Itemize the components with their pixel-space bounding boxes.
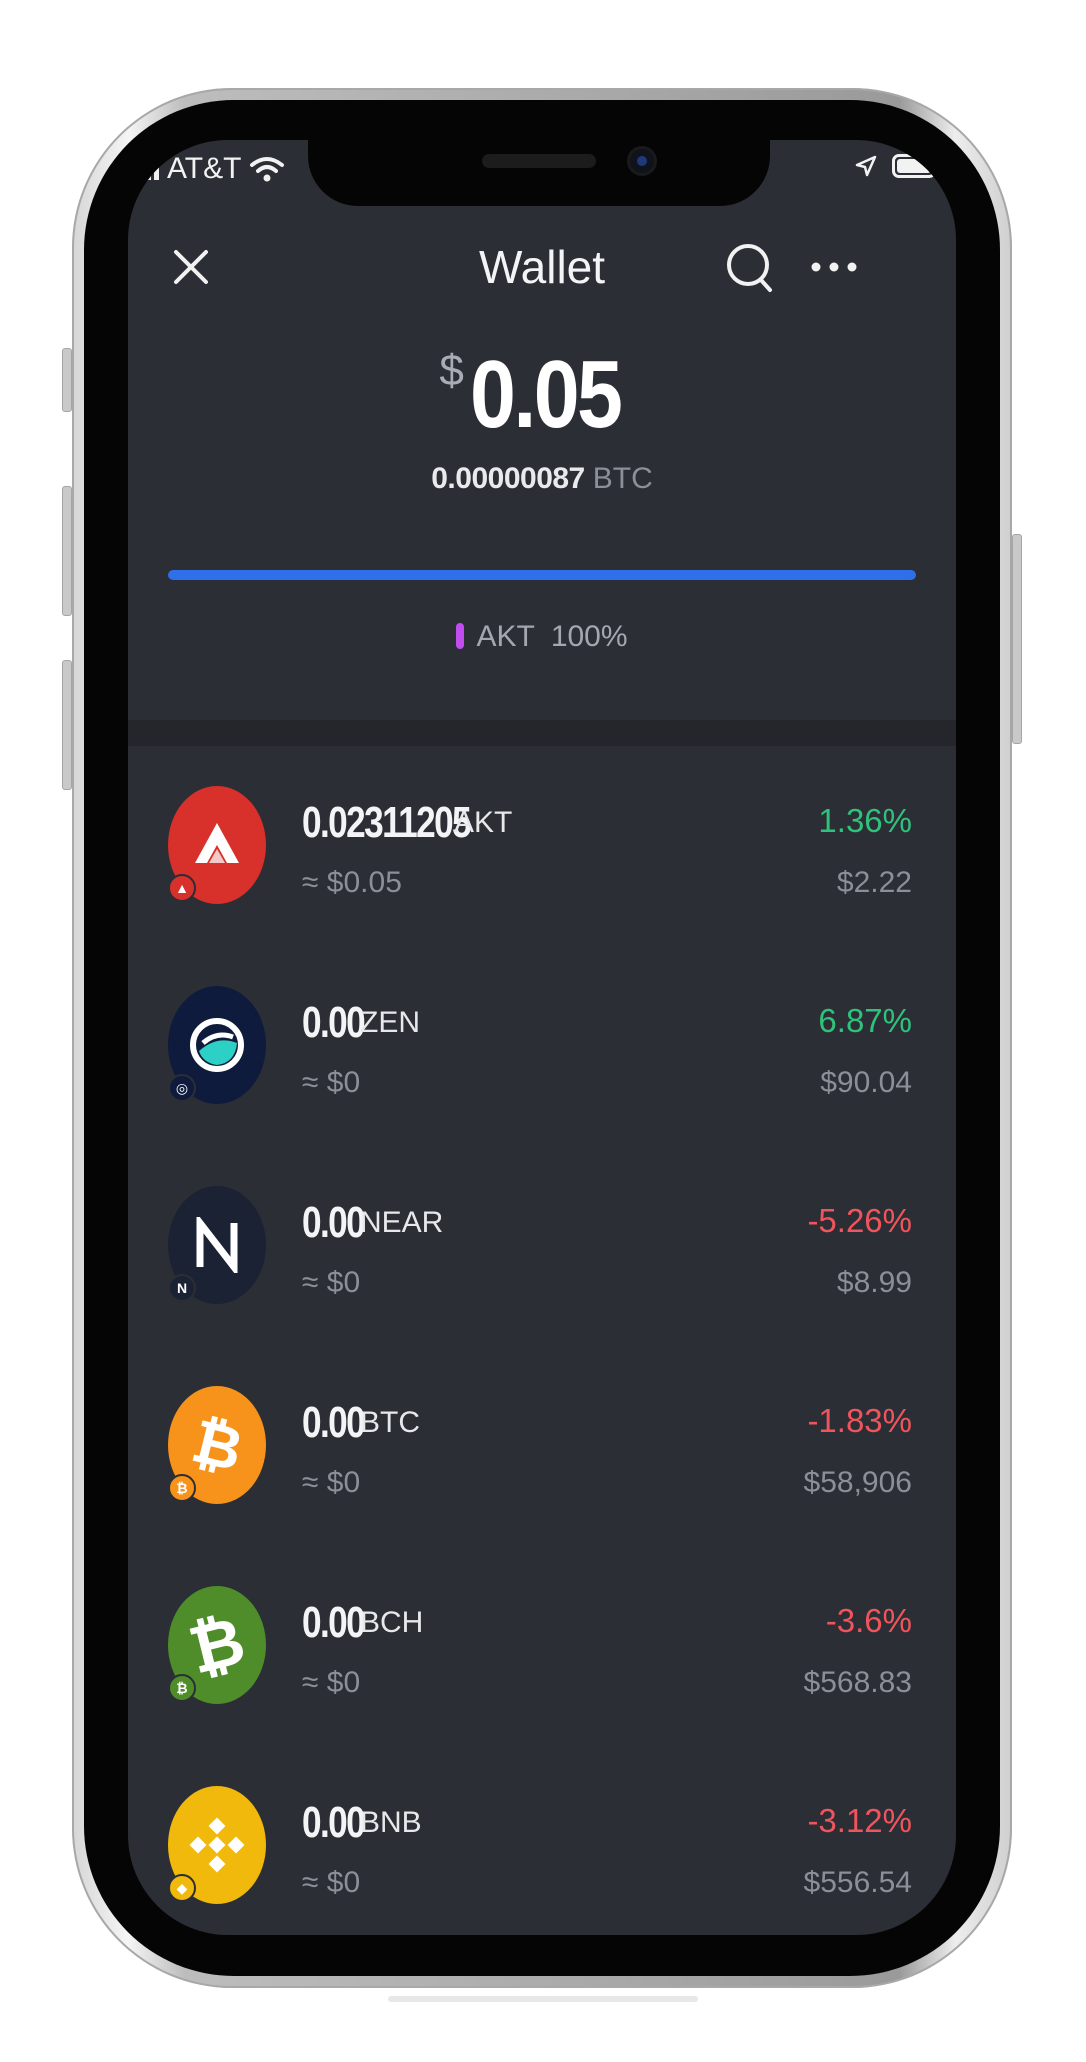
cellular-signal-icon — [138, 158, 159, 180]
price-change: 1.36% — [818, 802, 912, 839]
asset-amount: 0.00 — [302, 1798, 366, 1847]
asset-price: $556.54 — [803, 1866, 912, 1899]
asset-price: $90.04 — [820, 1066, 912, 1099]
front-camera — [630, 149, 654, 173]
asset-quantity: 0.00 BTC — [302, 1398, 420, 1448]
bitcoin-cash-logo-icon: ₿ ₿ — [168, 1586, 266, 1704]
akash-logo-icon: ▲ — [168, 786, 266, 904]
asset-amount: 0.00 — [302, 1598, 366, 1647]
asset-row-btc[interactable]: ₿ ₿ 0.00 BTC ≈ $0 -1.83% $58,906 — [128, 1346, 956, 1546]
asset-quantity: 0.00 BNB — [302, 1798, 422, 1848]
network-badge-icon: ◆ — [168, 1874, 196, 1902]
status-bar-left: AT&T — [138, 152, 285, 186]
legend-color-swatch — [456, 623, 465, 649]
wifi-icon — [250, 157, 285, 182]
asset-amount: 0.00 — [302, 998, 366, 1047]
price-change: -3.6% — [825, 1602, 912, 1639]
price-change: -3.12% — [807, 1802, 912, 1839]
asset-price: $2.22 — [836, 866, 912, 899]
status-bar-right — [854, 154, 940, 178]
asset-fiat-value: ≈ $0 — [302, 1666, 361, 1699]
home-indicator — [388, 1996, 698, 2002]
asset-symbol: AKT — [454, 806, 513, 839]
carrier-label: AT&T — [167, 152, 242, 185]
network-badge-icon: N — [168, 1274, 196, 1302]
asset-symbol: BTC — [360, 1406, 420, 1439]
section-divider — [128, 720, 956, 746]
asset-amount: 0.02311205 — [302, 798, 472, 847]
asset-fiat-value: ≈ $0.05 — [302, 866, 402, 899]
asset-row-akt[interactable]: ▲ 0.02311205 AKT ≈ $0.05 1.36% $2.22 — [128, 746, 956, 946]
top-nav: Wallet — [128, 230, 956, 310]
volume-down-button — [62, 660, 72, 790]
asset-amount: 0.00 — [302, 1198, 366, 1247]
horizen-logo-icon: ◎ — [168, 986, 266, 1104]
btc-unit: BTC — [592, 462, 653, 495]
search-icon[interactable] — [722, 238, 776, 296]
bitcoin-logo-icon: ₿ ₿ — [168, 1386, 266, 1504]
asset-row-zen[interactable]: ◎ 0.00 ZEN ≈ $0 6.87% $90.04 — [128, 946, 956, 1146]
network-badge-icon: ▲ — [168, 874, 196, 902]
price-change: -5.26% — [807, 1202, 912, 1239]
location-arrow-icon — [855, 155, 877, 177]
asset-fiat-value: ≈ $0 — [302, 1466, 361, 1499]
asset-row-bch[interactable]: ₿ ₿ 0.00 BCH ≈ $0 -3.6% $568.83 — [128, 1546, 956, 1746]
asset-symbol: BCH — [360, 1606, 424, 1639]
speaker-grille — [482, 154, 596, 168]
asset-row-bnb[interactable]: ◆ 0.00 BNB ≈ $0 -3.12% $556.54 — [128, 1746, 956, 1935]
asset-quantity: 0.02311205 AKT — [302, 798, 512, 848]
bnb-logo-icon: ◆ — [168, 1786, 266, 1904]
legend-percent: 100% — [550, 620, 628, 653]
asset-amount: 0.00 — [302, 1398, 366, 1447]
allocation-legend: AKT 100% — [128, 620, 956, 654]
asset-row-near[interactable]: N 0.00 NEAR ≈ $0 -5.26% $8.99 — [128, 1146, 956, 1346]
asset-fiat-value: ≈ $0 — [302, 1866, 361, 1899]
network-badge-icon: ◎ — [168, 1074, 196, 1102]
network-badge-icon: ₿ — [168, 1474, 196, 1502]
power-button — [1012, 534, 1022, 744]
app-screen: AT&T Wallet $0.05 0.00000087 BTC AKT 100… — [128, 140, 956, 1935]
asset-price: $568.83 — [803, 1666, 912, 1699]
asset-quantity: 0.00 NEAR — [302, 1198, 443, 1248]
notch — [308, 140, 770, 206]
btc-value: 0.00000087 — [431, 462, 585, 495]
asset-fiat-value: ≈ $0 — [302, 1066, 361, 1099]
volume-up-button — [62, 486, 72, 616]
asset-quantity: 0.00 ZEN — [302, 998, 420, 1048]
legend-symbol: AKT — [476, 620, 535, 653]
more-options-icon[interactable] — [804, 242, 864, 292]
asset-symbol: ZEN — [360, 1006, 420, 1039]
btc-equivalent: 0.00000087 BTC — [128, 462, 956, 496]
asset-symbol: BNB — [360, 1806, 422, 1839]
price-change: 6.87% — [818, 1002, 912, 1039]
asset-quantity: 0.00 BCH — [302, 1598, 423, 1648]
asset-fiat-value: ≈ $0 — [302, 1266, 361, 1299]
currency-symbol: $ — [439, 346, 464, 395]
balance-amount: 0.05 — [469, 341, 623, 448]
asset-symbol: NEAR — [360, 1206, 444, 1239]
asset-price: $8.99 — [836, 1266, 912, 1299]
allocation-bar — [168, 570, 916, 580]
battery-icon — [892, 154, 940, 178]
price-change: -1.83% — [807, 1402, 912, 1439]
near-logo-icon: N — [168, 1186, 266, 1304]
mute-switch — [62, 348, 72, 412]
asset-price: $58,906 — [803, 1466, 912, 1499]
total-balance: $0.05 — [128, 340, 956, 450]
network-badge-icon: ₿ — [168, 1674, 196, 1702]
